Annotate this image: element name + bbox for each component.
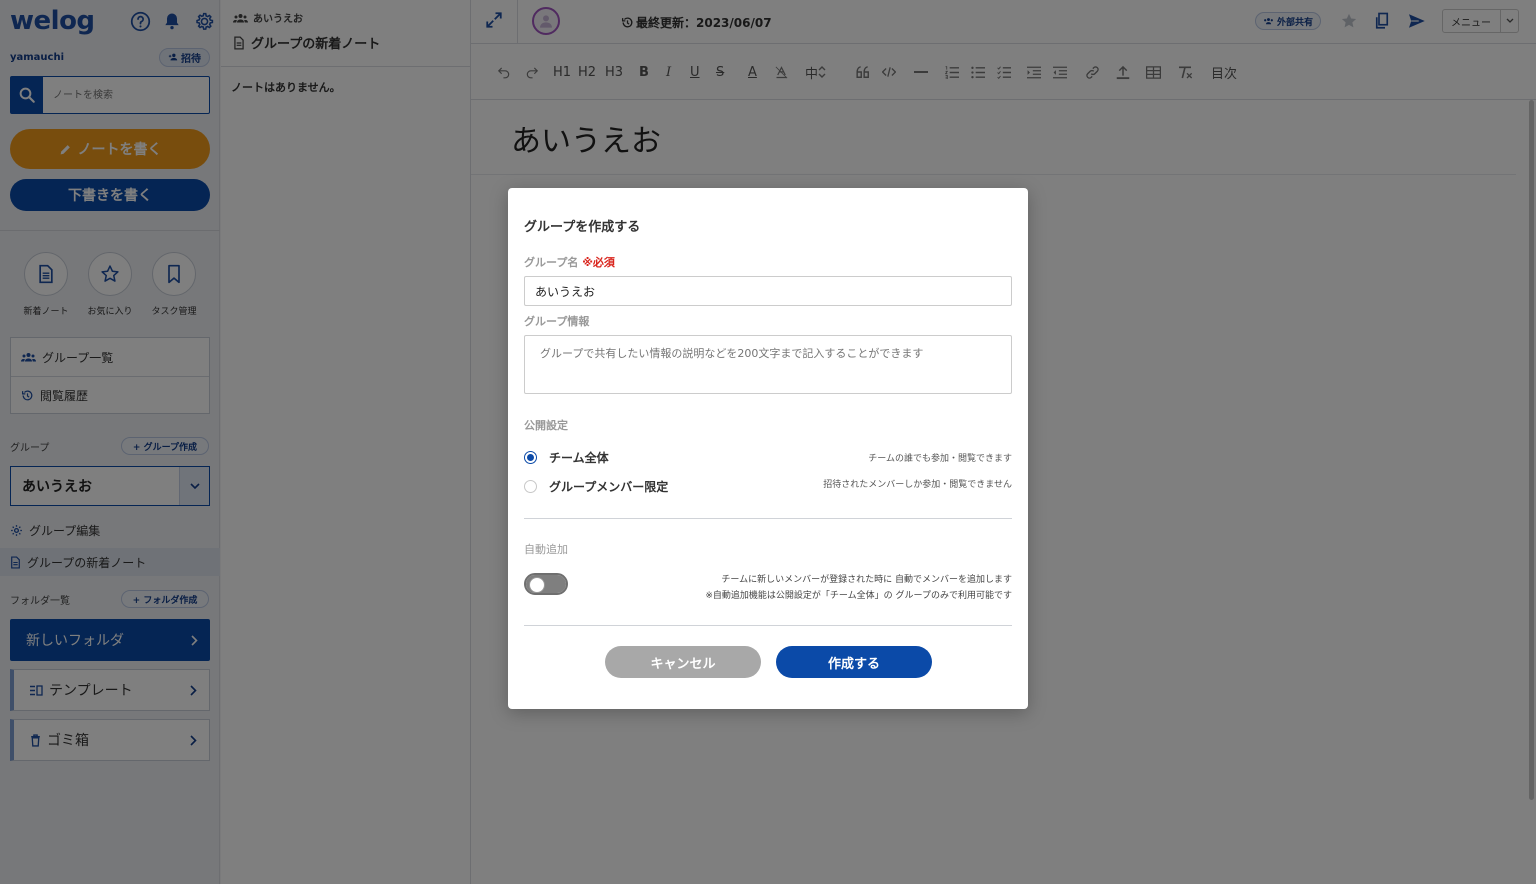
group-name-input[interactable] — [524, 276, 1012, 306]
create-label: 作成する — [827, 655, 880, 671]
radio-label: チーム全体 — [549, 450, 609, 465]
radio-description: 招待されたメンバーしか参加・閲覧できません — [823, 479, 1012, 490]
visibility-option-team[interactable]: チーム全体 チームの誰でも参加・閲覧できます — [524, 447, 1012, 467]
auto-add-desc-line: ※自動追加機能は公開設定が「チーム全体」の グループのみで利用可能です — [705, 591, 1012, 601]
divider — [524, 518, 1012, 519]
create-button[interactable]: 作成する — [776, 646, 932, 678]
divider — [524, 625, 1012, 626]
radio-button[interactable] — [524, 450, 537, 464]
group-info-textarea[interactable] — [524, 335, 1012, 394]
cancel-button[interactable]: キャンセル — [605, 646, 761, 678]
visibility-label: 公開設定 — [524, 419, 568, 432]
group-name-label-text: グループ名 — [524, 256, 579, 269]
group-info-label: グループ情報 — [524, 315, 590, 328]
dialog-title: グループを作成する — [524, 220, 641, 235]
radio-button[interactable] — [524, 479, 537, 493]
cancel-label: キャンセル — [650, 655, 716, 671]
required-badge: ※必須 — [582, 256, 615, 269]
auto-add-label: 自動追加 — [524, 543, 568, 556]
create-group-dialog: グループを作成する グループ名 ※必須 グループ情報 公開設定 チーム全体 チー… — [508, 188, 1028, 709]
group-name-label: グループ名 ※必須 — [524, 254, 615, 270]
radio-label: グループメンバー限定 — [549, 479, 669, 494]
auto-add-desc-line: チームに新しいメンバーが登録された時に 自動でメンバーを追加します — [721, 575, 1012, 585]
auto-add-toggle[interactable] — [524, 573, 568, 595]
radio-description: チームの誰でも参加・閲覧できます — [868, 453, 1012, 464]
auto-add-description: チームに新しいメンバーが登録された時に 自動でメンバーを追加します ※自動追加機… — [705, 572, 1012, 604]
visibility-option-members[interactable]: グループメンバー限定 招待されたメンバーしか参加・閲覧できません — [524, 476, 1012, 496]
